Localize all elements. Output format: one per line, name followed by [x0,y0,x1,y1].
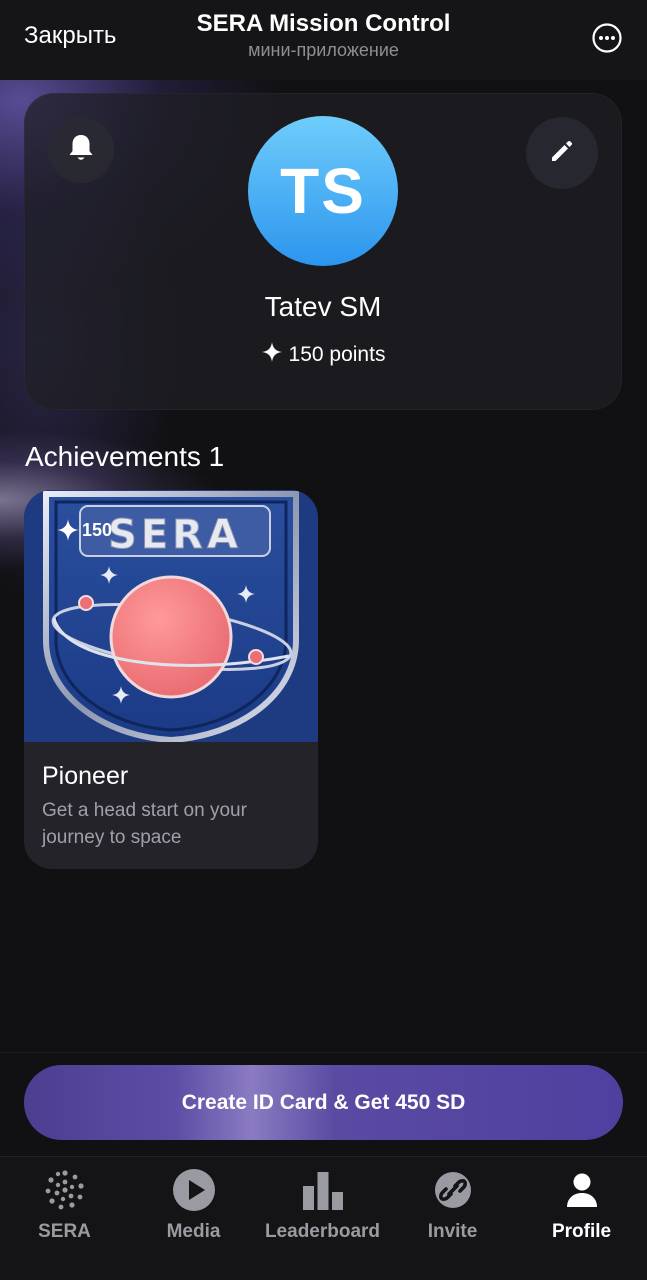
nav-item-media[interactable]: Media [129,1167,258,1247]
achievements-heading: Achievements 1 [25,441,225,472]
sera-logo-icon [42,1167,88,1213]
bottom-nav: SERA Media Leaderboard Invite Profile [0,1156,647,1280]
nav-label-invite: Invite [427,1221,478,1242]
user-name: Tatev SM [264,291,382,322]
nav-item-sera[interactable]: SERA [0,1167,129,1247]
nav-item-invite[interactable]: Invite [388,1167,517,1247]
nav-label-profile: Profile [551,1221,612,1242]
sparkle-icon [261,341,283,369]
sparkle-icon [56,518,80,542]
app-subtitle: мини-приложение [248,40,399,60]
badge-wordmark: SERA [108,512,242,558]
person-icon [559,1167,605,1213]
profile-card: TS Tatev SM 150 points [24,93,622,410]
header-title-group: SERA Mission Control мини-приложение [0,10,647,61]
achievement-card[interactable]: SERA 150 Pioneer Get a head start on you… [24,490,318,869]
cta-bar: Create ID Card & Get 450 SD [0,1052,647,1157]
ellipsis-circle-icon[interactable] [592,23,622,53]
points-summary: 150 points [24,341,622,369]
nav-label-leaderboard: Leaderboard [264,1221,381,1242]
pencil-icon [549,138,575,169]
points-text: 150 points [288,343,386,366]
achievement-points-value: 150 [82,519,113,540]
nav-label-media: Media [166,1221,221,1242]
achievement-points: 150 [56,518,112,542]
link-icon [430,1167,476,1213]
app-header: Закрыть SERA Mission Control мини-прилож… [0,0,647,80]
nav-item-leaderboard[interactable]: Leaderboard [258,1167,387,1247]
achievement-badge-image: SERA 150 [24,490,318,742]
nav-item-profile[interactable]: Profile [517,1167,646,1247]
nav-label-sera: SERA [38,1221,91,1242]
edit-profile-button[interactable] [526,117,598,189]
create-id-card-button[interactable]: Create ID Card & Get 450 SD [24,1065,623,1140]
app-title: SERA Mission Control [196,10,451,37]
play-circle-icon [171,1167,217,1213]
avatar: TS [248,116,398,266]
bar-chart-icon [300,1167,346,1213]
achievement-title: Pioneer [42,762,129,790]
bell-icon [67,133,95,168]
achievement-description: Get a head start on your journey to spac… [42,800,247,848]
profile-screen: Закрыть SERA Mission Control мини-прилож… [0,0,647,1280]
notifications-button[interactable] [48,117,114,183]
